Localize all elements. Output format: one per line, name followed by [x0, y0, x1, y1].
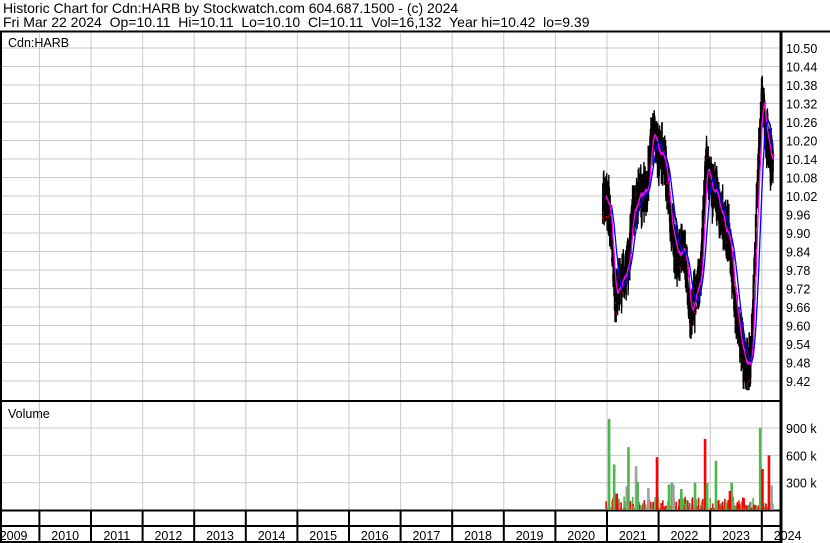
volume-bar: [697, 497, 700, 510]
volume-bar: [758, 428, 762, 510]
volume-bar: [647, 488, 650, 510]
y-tick-label: 10.20: [786, 135, 817, 149]
volume-tick-label: 900 k: [786, 422, 817, 436]
x-tick-label: 2019: [516, 529, 544, 543]
y-tick-label: 10.26: [786, 116, 817, 130]
y-tick-label: 10.50: [786, 42, 817, 56]
volume-bar: [689, 504, 692, 510]
volume-bar: [607, 418, 611, 510]
volume-bar: [770, 485, 773, 510]
volume-bar: [675, 501, 677, 510]
volume-bar: [705, 482, 709, 510]
x-tick-label: 2014: [258, 529, 286, 543]
volume-bar: [693, 482, 697, 510]
x-tick-label: 2023: [722, 529, 750, 543]
x-tick-label: 2011: [103, 529, 130, 543]
volume-bar: [615, 493, 619, 510]
stock-chart-page: Historic Chart for Cdn:HARB by Stockwatc…: [0, 0, 830, 543]
x-tick-label: 2016: [361, 529, 389, 543]
volume-bar: [660, 503, 662, 510]
x-tick-label: 2021: [619, 529, 647, 543]
x-tick-label: 2012: [154, 529, 182, 543]
x-tick-label: 2010: [51, 529, 79, 543]
x-tick-label: 2018: [464, 529, 492, 543]
volume-bar: [612, 464, 616, 510]
volume-bar: [620, 502, 622, 510]
x-tick-label: 2020: [567, 529, 595, 543]
y-tick-label: 9.78: [786, 264, 810, 278]
price-volume-chart: 10.50 10.44 10.38 10.32 10.26 10.20 10.14 10.08…: [0, 30, 830, 543]
x-tick-label: 2024: [774, 529, 802, 543]
volume-bar: [761, 469, 764, 510]
y-tick-label: 10.32: [786, 98, 817, 112]
x-tick-label: 2022: [670, 529, 698, 543]
y-tick-label: 10.14: [786, 153, 817, 167]
y-tick-label: 9.42: [786, 375, 810, 389]
volume-bar: [627, 447, 630, 510]
y-tick-label: 10.08: [786, 172, 817, 186]
y-tick-label: 9.54: [786, 338, 810, 352]
volume-label: Volume: [8, 407, 50, 421]
y-tick-label: 9.84: [786, 246, 810, 260]
volume-bar: [655, 457, 659, 510]
volume-tick-label: 300 k: [786, 477, 817, 491]
y-tick-label: 10.38: [786, 79, 817, 93]
y-tick-label: 9.60: [786, 320, 810, 334]
symbol-label: Cdn:HARB: [8, 36, 69, 50]
volume-bar: [672, 484, 675, 510]
volume-bar: [714, 460, 718, 510]
y-tick-label: 10.44: [786, 61, 817, 75]
volume-tick-label: 600 k: [786, 449, 817, 463]
volume-bar: [680, 489, 683, 510]
x-tick-label: 2017: [412, 529, 440, 543]
volume-bar: [667, 484, 671, 510]
x-tick-label: 2013: [206, 529, 234, 543]
volume-bar: [629, 501, 632, 510]
volume-bar: [767, 455, 771, 510]
y-tick-label: 10.02: [786, 190, 817, 204]
y-tick-label: 9.66: [786, 301, 810, 315]
volume-bar: [709, 498, 711, 510]
volume-bars: [604, 418, 774, 510]
volume-bar: [728, 490, 732, 510]
x-tick-label: 2009: [0, 529, 28, 543]
y-tick-label: 9.72: [786, 283, 810, 297]
y-tick-label: 9.90: [786, 227, 810, 241]
volume-bar: [765, 503, 767, 510]
y-tick-label: 9.96: [786, 209, 810, 223]
x-tick-label: 2015: [309, 529, 337, 543]
volume-bar: [636, 481, 639, 510]
y-tick-label: 9.48: [786, 357, 810, 371]
